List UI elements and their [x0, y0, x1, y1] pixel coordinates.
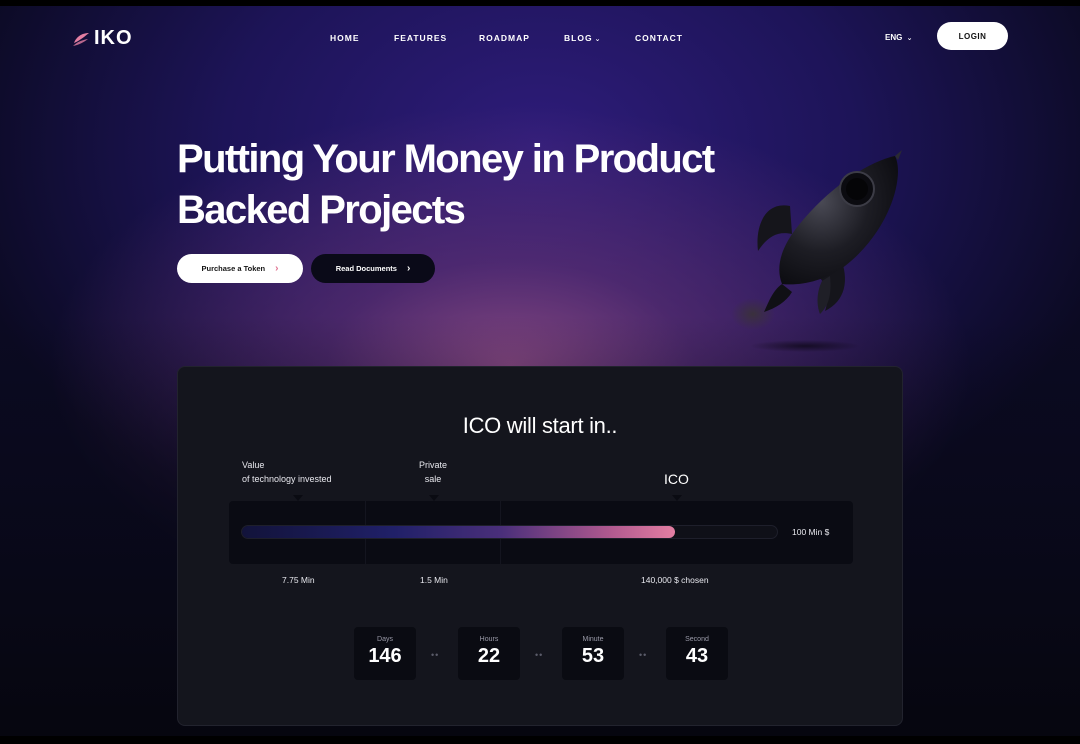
hero-title-line1: Putting Your Money in Product — [177, 137, 715, 181]
under-label-first: 7.75 Min — [282, 575, 315, 585]
language-label: ENG — [885, 33, 903, 42]
countdown-separator: •• — [639, 650, 648, 660]
hero-title-line2: Backed Projects — [177, 188, 466, 232]
countdown-value: 146 — [368, 645, 402, 667]
stage-label-value: Value of technology invested — [242, 458, 332, 486]
under-label-second: 1.5 Min — [420, 575, 448, 585]
rocket-illustration — [731, 150, 902, 352]
chevron-right-icon: › — [406, 263, 411, 274]
page-frame: IKO HOME FEATURES ROADMAP BLOG ⌄ CONTACT … — [0, 6, 1080, 736]
chevron-right-icon: › — [275, 263, 279, 274]
hero-title: Putting Your Money in Product Backed Pro… — [177, 134, 757, 236]
login-button[interactable]: LOGIN — [937, 22, 1008, 50]
nav-item-blog-label: BLOG — [564, 33, 593, 43]
stage-label-private-line2: sale — [424, 474, 442, 484]
countdown-separator: •• — [431, 650, 440, 660]
stage-label-private: Private sale — [419, 458, 447, 486]
progress-fill — [242, 526, 676, 538]
countdown-value: 53 — [581, 645, 605, 667]
stage-label-value-line2: of technology invested — [242, 474, 332, 484]
ico-card: ICO will start in.. Value of technology … — [177, 366, 903, 726]
stage-label-ico: ICO — [664, 471, 689, 487]
progress-end-label: 100 Min $ — [792, 527, 830, 537]
countdown-hours: Hours 22 — [458, 627, 520, 680]
countdown-value: 22 — [477, 645, 501, 667]
ico-title: ICO will start in.. — [462, 413, 618, 438]
countdown-separator: •• — [535, 650, 544, 660]
read-documents-button[interactable]: Read Documents › — [311, 254, 435, 283]
progress-track — [241, 525, 778, 539]
progress-panel: 100 Min $ — [229, 501, 853, 564]
stage-label-private-line1: Private — [419, 460, 448, 470]
nav-item-home[interactable]: HOME — [330, 33, 360, 43]
stage-label-value-line1: Value — [242, 460, 265, 470]
countdown-minutes: Minute 53 — [562, 627, 624, 680]
purchase-token-label: Purchase a Token — [201, 264, 266, 273]
read-documents-label: Read Documents — [335, 264, 397, 273]
countdown-value: 43 — [685, 645, 709, 667]
under-label-third: 140,000 $ chosen — [641, 575, 709, 585]
countdown-unit: Days — [377, 636, 393, 643]
countdown-unit: Minute — [582, 636, 604, 643]
purchase-token-button[interactable]: Purchase a Token › — [177, 254, 303, 283]
countdown-days: Days 146 — [354, 627, 416, 680]
nav-item-contact[interactable]: CONTACT — [635, 33, 683, 43]
chevron-down-icon: ⌄ — [594, 36, 602, 43]
countdown-unit: Hours — [479, 636, 499, 643]
main-nav: HOME FEATURES ROADMAP BLOG ⌄ CONTACT — [0, 33, 1080, 49]
countdown-unit: Second — [685, 636, 709, 643]
language-selector[interactable]: ENG ⌄ — [885, 33, 912, 42]
nav-item-blog[interactable]: BLOG ⌄ — [564, 33, 601, 43]
countdown-seconds: Second 43 — [666, 627, 728, 680]
nav-item-features[interactable]: FEATURES — [394, 33, 447, 43]
chevron-down-icon: ⌄ — [906, 35, 913, 42]
nav-item-roadmap[interactable]: ROADMAP — [479, 33, 530, 43]
